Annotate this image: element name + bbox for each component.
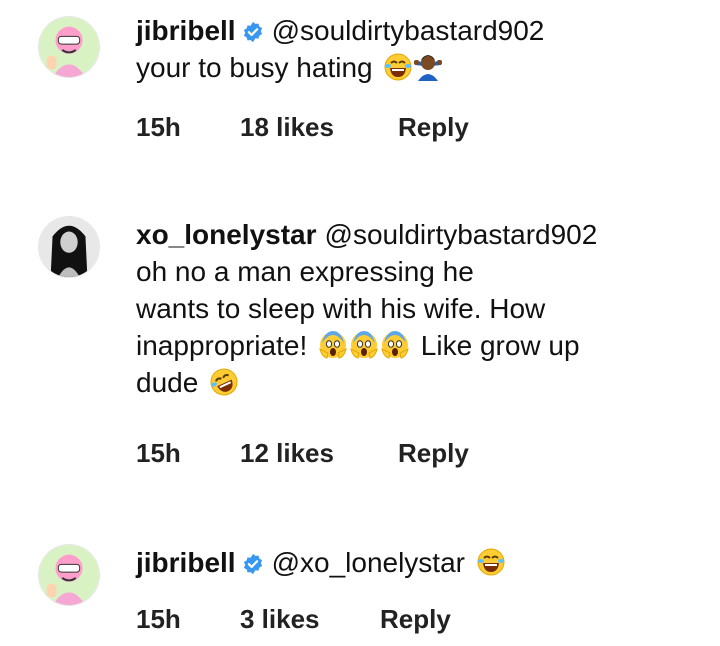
reply-button[interactable]: Reply: [380, 604, 451, 635]
comment-line: oh no a man expressing he: [136, 256, 474, 287]
username[interactable]: xo_lonelystar: [136, 219, 317, 250]
avatar[interactable]: [38, 216, 100, 278]
comment-line: wants to sleep with his wife. How: [136, 293, 546, 324]
tears-of-joy-emoji-icon: [475, 546, 507, 578]
comment-line: inappropriate!: [136, 330, 308, 361]
avatar[interactable]: [38, 544, 100, 606]
reply-button[interactable]: Reply: [398, 438, 469, 469]
username[interactable]: jibribell: [136, 547, 236, 578]
face-screaming-emoji-icon: [379, 329, 411, 361]
person-shrugging-emoji-icon: [412, 51, 444, 83]
comment-text: xo_lonelystar @souldirtybastard902 oh no …: [136, 216, 696, 401]
verified-badge-icon: [242, 553, 264, 575]
mention-link[interactable]: @souldirtybastard902: [272, 15, 545, 46]
tears-of-joy-emoji-icon: [382, 51, 414, 83]
verified-badge-icon: [242, 21, 264, 43]
timestamp[interactable]: 15h: [136, 604, 181, 635]
timestamp[interactable]: 15h: [136, 112, 181, 143]
face-screaming-emoji-icon: [317, 329, 349, 361]
comment-text: jibribell @xo_lonelystar: [136, 544, 696, 581]
mention-link[interactable]: @souldirtybastard902: [325, 219, 598, 250]
comment-line: your to busy hating: [136, 52, 373, 83]
comment-line: Like grow up: [420, 330, 580, 361]
comment-text: jibribell @souldirtybastard902 your to bu…: [136, 12, 696, 86]
likes-count[interactable]: 3 likes: [240, 604, 320, 635]
likes-count[interactable]: 18 likes: [240, 112, 334, 143]
likes-count[interactable]: 12 likes: [240, 438, 334, 469]
username[interactable]: jibribell: [136, 15, 236, 46]
avatar[interactable]: [38, 16, 100, 78]
reply-button[interactable]: Reply: [398, 112, 469, 143]
mention-link[interactable]: @xo_lonelystar: [272, 547, 465, 578]
face-screaming-emoji-icon: [348, 329, 380, 361]
comment-line: dude: [136, 367, 199, 398]
timestamp[interactable]: 15h: [136, 438, 181, 469]
rolling-on-floor-laughing-emoji-icon: [208, 366, 240, 398]
